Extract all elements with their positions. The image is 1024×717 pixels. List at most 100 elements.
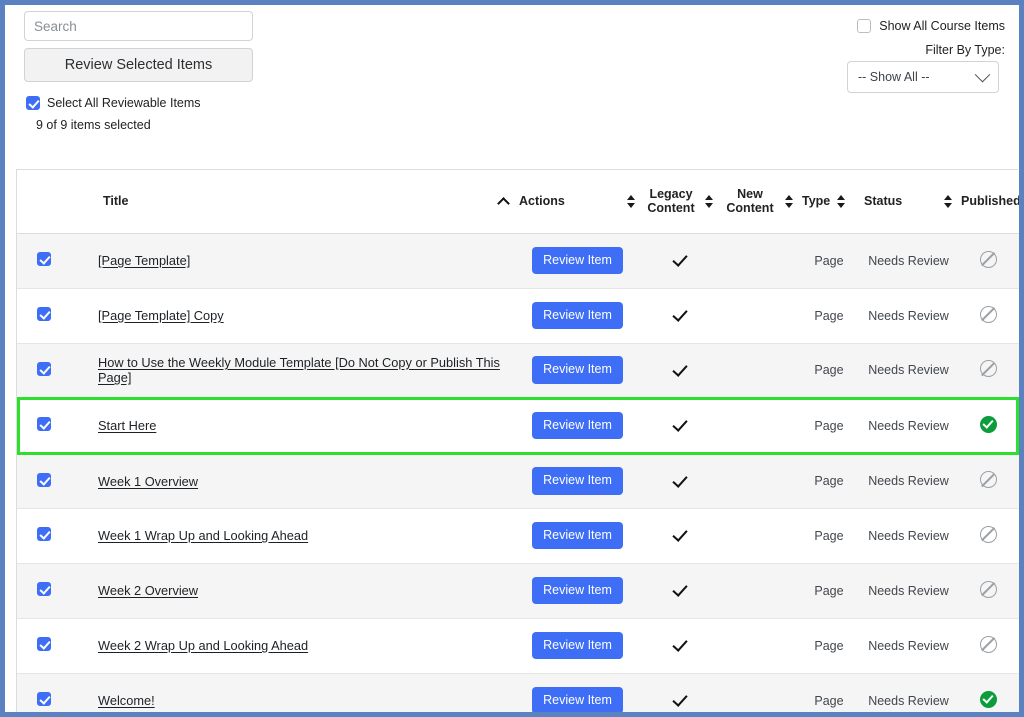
row-type-cell: Page [798, 396, 860, 455]
status-badge: Needs Review [868, 583, 949, 598]
row-actions-cell: Review Item [515, 288, 640, 344]
item-title-link[interactable]: Welcome! [98, 693, 155, 708]
review-item-button[interactable]: Review Item [532, 301, 623, 330]
filter-by-type-select[interactable]: -- Show All -- [847, 61, 999, 93]
column-header-title[interactable]: Title [60, 170, 515, 234]
review-item-button[interactable]: Review Item [532, 246, 623, 275]
row-select-checkbox[interactable] [36, 417, 51, 431]
row-select-cell [17, 563, 60, 619]
row-title-cell: Week 2 Overview [60, 563, 515, 619]
column-header-status[interactable]: Status [860, 170, 957, 234]
review-selected-items-button[interactable]: Review Selected Items [24, 48, 253, 82]
row-select-checkbox[interactable] [36, 361, 51, 376]
check-icon [672, 637, 686, 651]
row-select-checkbox[interactable] [36, 252, 51, 266]
row-select-cell [17, 618, 60, 674]
unpublished-no-entry-icon[interactable] [979, 305, 997, 323]
row-actions-cell: Review Item [515, 233, 640, 289]
item-title-link[interactable]: How to Use the Weekly Module Template [D… [98, 355, 515, 385]
row-select-checkbox[interactable] [36, 472, 51, 487]
sort-toggle-icon[interactable] [705, 194, 714, 209]
table-row: [Page Template] Copy Review Item Page Needs… [17, 288, 1019, 344]
review-item-button[interactable]: Review Item [532, 631, 623, 660]
check-icon [672, 692, 686, 706]
review-item-button[interactable]: Review Item [532, 411, 623, 440]
row-published-cell [957, 288, 1019, 344]
show-all-course-items-row[interactable]: Show All Course Items [857, 19, 1005, 33]
column-header-type[interactable]: Type [798, 170, 860, 234]
row-published-cell [957, 618, 1019, 674]
column-header-new-content[interactable]: New Content [718, 170, 798, 234]
row-status-cell: Needs Review [860, 673, 957, 712]
check-icon [672, 252, 686, 266]
row-title-cell: How to Use the Weekly Module Template [D… [60, 343, 515, 399]
column-header-legacy-content[interactable]: Legacy Content [640, 170, 718, 234]
row-published-cell [957, 233, 1019, 289]
table-row: [Page Template] Review Item Page Needs Revi… [17, 233, 1019, 289]
review-item-button[interactable]: Review Item [532, 521, 623, 550]
review-item-button[interactable]: Review Item [532, 467, 623, 495]
sort-toggle-icon[interactable] [837, 194, 846, 209]
row-type-cell: Page [798, 563, 860, 619]
unpublished-no-entry-icon[interactable] [979, 525, 997, 543]
unpublished-no-entry-icon[interactable] [979, 360, 997, 377]
select-all-checkbox[interactable] [26, 96, 40, 110]
table-header-row: Title Actions Legacy Content New Content… [17, 170, 1019, 234]
item-title-link[interactable]: Week 1 Overview [98, 474, 198, 489]
select-all-reviewable-items-row[interactable]: Select All Reviewable Items [26, 96, 201, 110]
search-input[interactable] [24, 11, 253, 41]
check-icon [672, 307, 686, 321]
table-row: Week 2 Overview Review Item Page Needs Revi… [17, 563, 1019, 619]
row-select-cell [17, 508, 60, 564]
check-icon [672, 527, 686, 541]
item-title-link[interactable]: Week 2 Overview [98, 583, 198, 598]
review-item-button[interactable]: Review Item [532, 576, 623, 605]
published-check-circle-icon[interactable] [979, 415, 997, 433]
item-type-value: Page [814, 418, 844, 433]
column-header-published[interactable]: Published [957, 170, 1019, 234]
unpublished-no-entry-icon[interactable] [979, 580, 997, 598]
sort-toggle-icon[interactable] [785, 194, 794, 209]
item-title-link[interactable]: Week 1 Wrap Up and Looking Ahead [98, 528, 308, 543]
row-status-cell: Needs Review [860, 396, 957, 455]
row-type-cell: Page [798, 453, 860, 509]
row-type-cell: Page [798, 618, 860, 674]
row-new-content-cell [718, 396, 798, 455]
sort-toggle-icon[interactable] [627, 194, 636, 209]
unpublished-no-entry-icon[interactable] [979, 471, 997, 488]
row-actions-cell: Review Item [515, 508, 640, 564]
item-type-value: Page [814, 693, 844, 708]
row-published-cell [957, 563, 1019, 619]
published-check-circle-icon[interactable] [979, 690, 997, 708]
sort-toggle-icon[interactable] [944, 194, 953, 209]
item-title-link[interactable]: [Page Template] Copy [98, 308, 224, 323]
row-new-content-cell [718, 233, 798, 289]
sort-ascending-icon[interactable] [498, 196, 511, 206]
row-actions-cell: Review Item [515, 343, 640, 399]
item-title-link[interactable]: Week 2 Wrap Up and Looking Ahead [98, 638, 308, 653]
row-status-cell: Needs Review [860, 618, 957, 674]
filter-by-type-label: Filter By Type: [925, 43, 1005, 57]
row-select-checkbox[interactable] [36, 307, 51, 321]
row-select-checkbox[interactable] [36, 582, 51, 596]
row-select-checkbox[interactable] [36, 637, 51, 651]
row-type-cell: Page [798, 508, 860, 564]
unpublished-no-entry-icon[interactable] [979, 250, 997, 268]
review-item-button[interactable]: Review Item [532, 686, 623, 712]
item-title-link[interactable]: Start Here [98, 418, 156, 433]
status-badge: Needs Review [868, 693, 949, 708]
review-item-button[interactable]: Review Item [532, 356, 623, 384]
item-title-link[interactable]: [Page Template] [98, 253, 190, 268]
row-actions-cell: Review Item [515, 618, 640, 674]
row-title-cell: Week 1 Overview [60, 453, 515, 509]
show-all-course-items-label: Show All Course Items [879, 19, 1005, 33]
row-select-checkbox[interactable] [36, 692, 51, 706]
row-legacy-content-cell [640, 343, 718, 399]
selected-items-count: 9 of 9 items selected [36, 118, 151, 132]
unpublished-no-entry-icon[interactable] [979, 635, 997, 653]
row-type-cell: Page [798, 233, 860, 289]
show-all-course-items-checkbox[interactable] [857, 19, 872, 33]
row-legacy-content-cell [640, 288, 718, 344]
column-header-actions[interactable]: Actions [515, 170, 640, 234]
row-select-checkbox[interactable] [36, 527, 51, 541]
